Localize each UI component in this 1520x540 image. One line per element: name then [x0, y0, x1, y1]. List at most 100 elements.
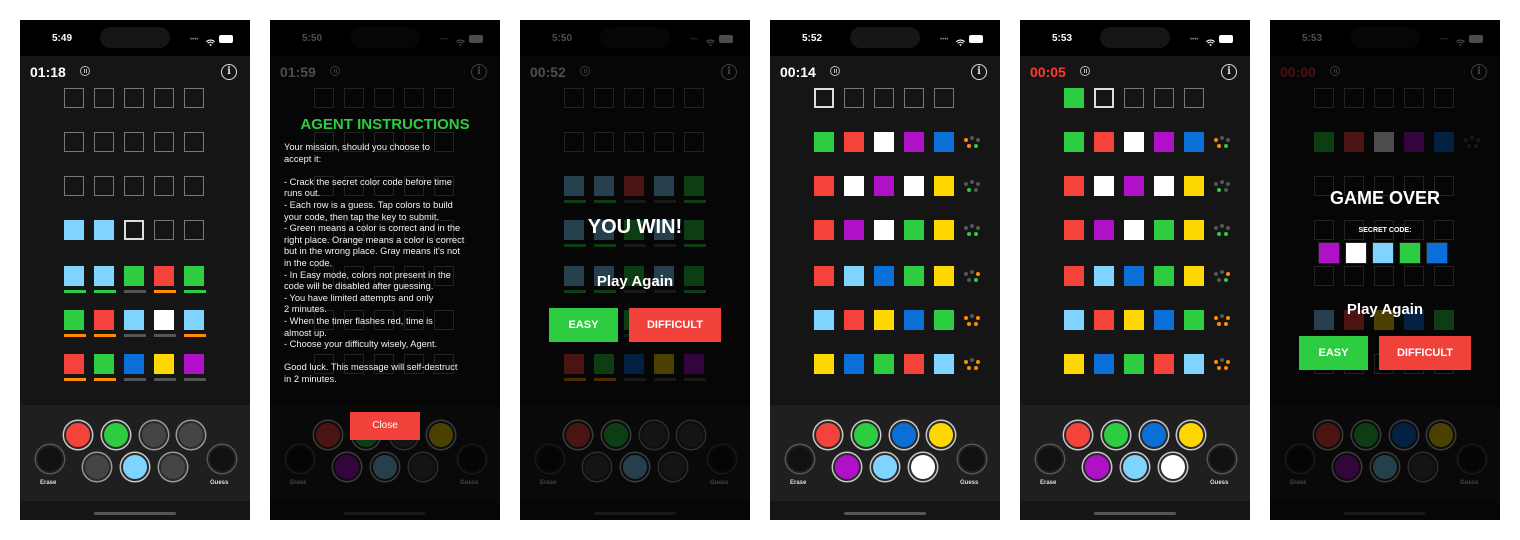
code-slot[interactable]	[64, 220, 84, 240]
code-slot[interactable]	[874, 132, 894, 152]
code-slot[interactable]	[904, 176, 924, 196]
code-slot[interactable]	[844, 310, 864, 330]
code-slot[interactable]	[874, 88, 894, 108]
code-slot[interactable]	[844, 266, 864, 286]
home-indicator[interactable]	[1094, 512, 1176, 515]
code-slot[interactable]	[1064, 354, 1084, 374]
code-slot[interactable]	[154, 220, 174, 240]
code-slot[interactable]	[874, 266, 894, 286]
code-slot[interactable]	[184, 132, 204, 152]
code-slot[interactable]	[184, 176, 204, 196]
code-slot[interactable]	[124, 310, 144, 330]
code-slot[interactable]	[154, 88, 174, 108]
code-slot[interactable]	[844, 132, 864, 152]
code-slot[interactable]	[1124, 220, 1144, 240]
code-slot[interactable]	[94, 310, 114, 330]
code-slot[interactable]	[94, 354, 114, 374]
code-slot[interactable]	[934, 310, 954, 330]
code-slot[interactable]	[934, 176, 954, 196]
code-slot[interactable]	[94, 132, 114, 152]
code-slot[interactable]	[154, 354, 174, 374]
code-slot[interactable]	[1094, 132, 1114, 152]
code-slot[interactable]	[844, 88, 864, 108]
code-slot[interactable]	[934, 132, 954, 152]
code-slot[interactable]	[124, 354, 144, 374]
erase-button[interactable]	[36, 445, 64, 473]
code-slot[interactable]	[1184, 354, 1204, 374]
code-slot[interactable]	[1094, 310, 1114, 330]
color-peg[interactable]	[1064, 421, 1092, 449]
code-slot[interactable]	[1094, 88, 1114, 108]
code-slot[interactable]	[1124, 354, 1144, 374]
code-slot[interactable]	[94, 88, 114, 108]
code-slot[interactable]	[874, 220, 894, 240]
code-slot[interactable]	[1094, 220, 1114, 240]
code-slot[interactable]	[904, 354, 924, 374]
code-slot[interactable]	[1094, 354, 1114, 374]
code-slot[interactable]	[934, 220, 954, 240]
code-slot[interactable]	[874, 354, 894, 374]
code-slot[interactable]	[154, 266, 174, 286]
code-slot[interactable]	[64, 266, 84, 286]
color-peg[interactable]	[177, 421, 205, 449]
code-slot[interactable]	[1124, 88, 1144, 108]
easy-button[interactable]: EASY	[1299, 336, 1368, 370]
code-slot[interactable]	[124, 220, 144, 240]
color-peg[interactable]	[833, 453, 861, 481]
code-slot[interactable]	[1184, 176, 1204, 196]
code-slot[interactable]	[1064, 310, 1084, 330]
code-slot[interactable]	[814, 132, 834, 152]
code-slot[interactable]	[1154, 176, 1174, 196]
color-peg[interactable]	[1159, 453, 1187, 481]
code-slot[interactable]	[1064, 220, 1084, 240]
color-peg[interactable]	[64, 421, 92, 449]
code-slot[interactable]	[904, 220, 924, 240]
color-peg[interactable]	[1102, 421, 1130, 449]
code-slot[interactable]	[1064, 176, 1084, 196]
code-slot[interactable]	[64, 132, 84, 152]
color-peg[interactable]	[1177, 421, 1205, 449]
code-slot[interactable]	[154, 132, 174, 152]
code-slot[interactable]	[94, 176, 114, 196]
code-slot[interactable]	[874, 176, 894, 196]
code-slot[interactable]	[184, 88, 204, 108]
erase-button[interactable]	[786, 445, 814, 473]
color-peg[interactable]	[102, 421, 130, 449]
code-slot[interactable]	[1154, 88, 1174, 108]
home-indicator[interactable]	[94, 512, 176, 515]
code-slot[interactable]	[1154, 220, 1174, 240]
code-slot[interactable]	[154, 176, 174, 196]
code-slot[interactable]	[904, 266, 924, 286]
code-slot[interactable]	[904, 310, 924, 330]
code-slot[interactable]	[934, 88, 954, 108]
code-slot[interactable]	[904, 132, 924, 152]
color-peg[interactable]	[871, 453, 899, 481]
color-peg[interactable]	[1121, 453, 1149, 481]
guess-button[interactable]	[208, 445, 236, 473]
close-button[interactable]: Close	[350, 412, 420, 440]
code-slot[interactable]	[1184, 132, 1204, 152]
code-slot[interactable]	[844, 220, 864, 240]
color-peg[interactable]	[814, 421, 842, 449]
code-slot[interactable]	[1184, 88, 1204, 108]
color-peg[interactable]	[927, 421, 955, 449]
color-peg[interactable]	[159, 453, 187, 481]
code-slot[interactable]	[1124, 310, 1144, 330]
code-slot[interactable]	[1064, 88, 1084, 108]
code-slot[interactable]	[64, 176, 84, 196]
color-peg[interactable]	[1140, 421, 1168, 449]
code-slot[interactable]	[814, 220, 834, 240]
erase-button[interactable]	[1036, 445, 1064, 473]
easy-button[interactable]: EASY	[549, 308, 618, 342]
code-slot[interactable]	[1064, 266, 1084, 286]
code-slot[interactable]	[184, 220, 204, 240]
color-peg[interactable]	[140, 421, 168, 449]
code-slot[interactable]	[1154, 354, 1174, 374]
code-slot[interactable]	[814, 176, 834, 196]
color-peg[interactable]	[852, 421, 880, 449]
code-slot[interactable]	[1184, 266, 1204, 286]
code-slot[interactable]	[64, 310, 84, 330]
difficult-button[interactable]: DIFFICULT	[629, 308, 721, 342]
code-slot[interactable]	[124, 88, 144, 108]
code-slot[interactable]	[1154, 266, 1174, 286]
